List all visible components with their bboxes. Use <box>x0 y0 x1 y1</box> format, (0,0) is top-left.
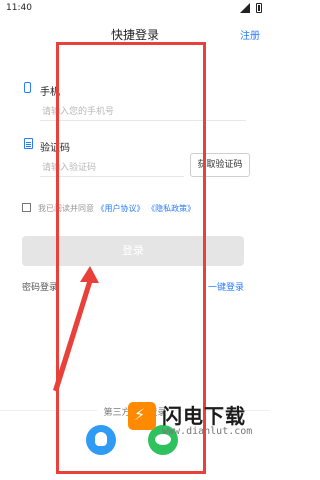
password-login-link[interactable]: 密码登录 <box>22 280 58 293</box>
lightning-logo-icon <box>128 402 156 430</box>
watermark-name: 闪电下载 <box>162 404 246 428</box>
one-click-login-link[interactable]: 一键登录 <box>208 280 244 293</box>
page-title: 快捷登录 <box>110 28 159 42</box>
document-icon <box>24 138 33 149</box>
agreement-checkbox[interactable] <box>22 203 31 212</box>
battery-icon <box>256 3 262 13</box>
signal-icon <box>240 3 250 13</box>
phone-icon <box>24 82 31 93</box>
watermark: 闪电下载 www.dianlut.com <box>128 398 270 480</box>
status-time: 11:40 <box>6 3 32 13</box>
status-bar: 11:40 <box>0 0 270 18</box>
register-link[interactable]: 注册 <box>240 27 260 42</box>
watermark-url: www.dianlut.com <box>162 426 253 437</box>
